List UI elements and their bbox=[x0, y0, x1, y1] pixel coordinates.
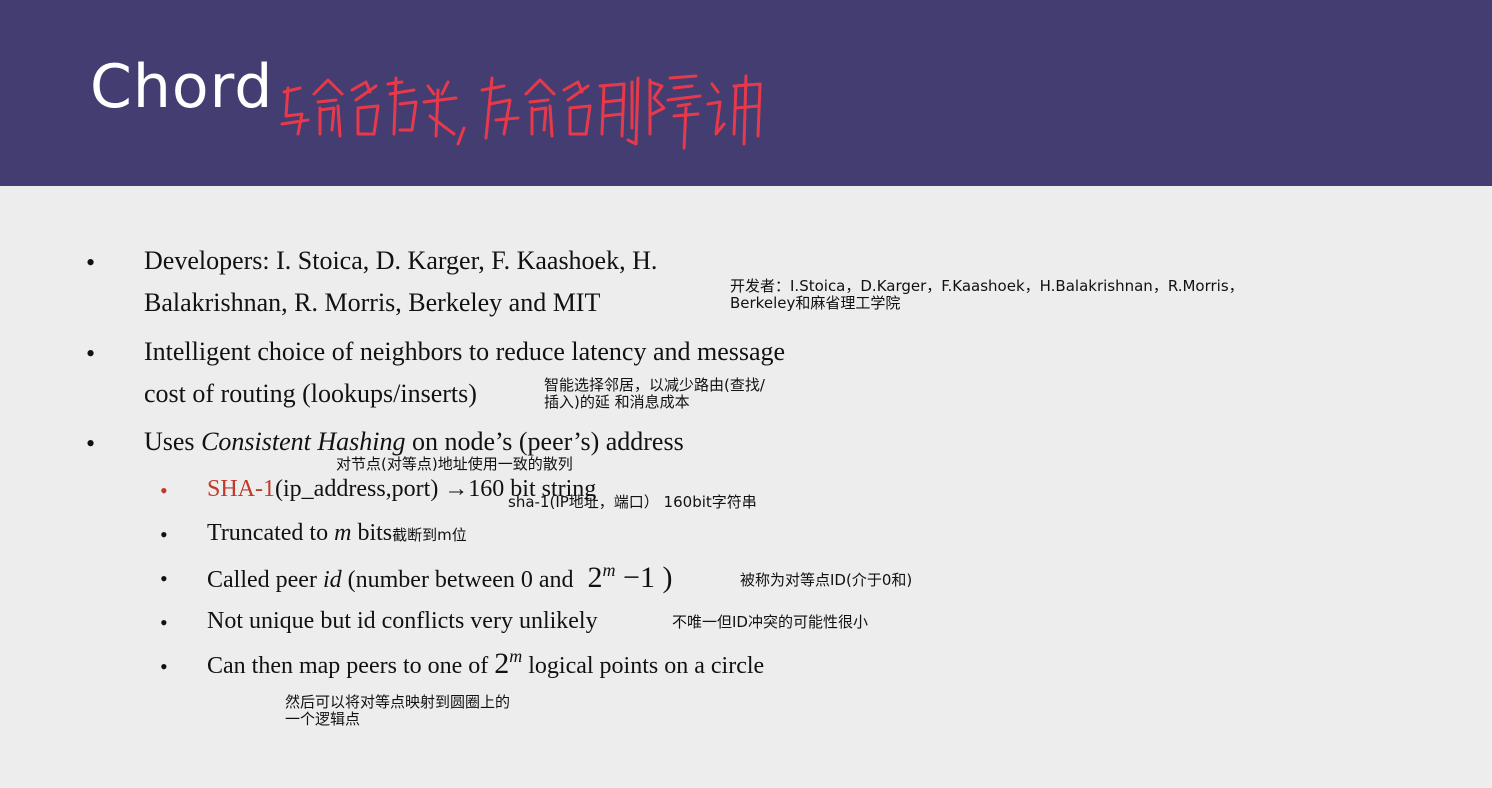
math-rest: −1 ) bbox=[615, 561, 673, 594]
note-map-line1: 然后可以将对等点映射到圆圈上的 bbox=[285, 693, 511, 711]
emphasis-consistent-hashing: Consistent Hashing bbox=[201, 427, 406, 456]
subbullet-not-unique: Not unique but id conflicts very unlikel… bbox=[207, 608, 598, 634]
slide-header: Chord bbox=[0, 0, 1492, 186]
peer-id-text-before: Called peer bbox=[207, 567, 323, 593]
bullet-marker: • bbox=[86, 248, 96, 277]
subbullet-marker: • bbox=[160, 566, 168, 591]
subbullet-peer-id: Called peer id (number between 0 and 2m … bbox=[207, 560, 672, 595]
bullet-consistent-hashing: Uses Consistent Hashing on node’s (peer’… bbox=[144, 427, 684, 457]
bullet-neighbors-line1: Intelligent choice of neighbors to reduc… bbox=[144, 337, 786, 366]
subbullet-marker: • bbox=[160, 610, 168, 635]
bullet-text-suffix: on node’s (peer’s) address bbox=[405, 427, 684, 456]
bullet-marker: • bbox=[86, 339, 96, 368]
subbullet-map-peers: Can then map peers to one of 2m logical … bbox=[207, 646, 764, 681]
bullet-text-prefix: Uses bbox=[144, 427, 202, 456]
math-base: 2 bbox=[587, 561, 603, 594]
note-not-unique: 不唯一但ID冲突的可能性很小 bbox=[672, 613, 868, 631]
bullet-developers-line1: Developers: I. Stoica, D. Karger, F. Kaa… bbox=[144, 246, 658, 275]
note-neighbors-line1: 智能选择邻居，以减少路由(查找/ bbox=[544, 376, 765, 394]
truncated-text-before: Truncated to bbox=[207, 520, 335, 546]
truncated-var: m bbox=[334, 520, 352, 546]
note-developers-line2: Berkeley和麻省理工学院 bbox=[730, 294, 901, 312]
math-base: 2 bbox=[494, 647, 510, 680]
note-neighbors-line2: 插入)的延 和消息成本 bbox=[544, 393, 690, 411]
slide-title: Chord bbox=[90, 52, 274, 122]
note-map-line2: 一个逻辑点 bbox=[285, 710, 361, 728]
map-text-after: logical points on a circle bbox=[522, 653, 765, 679]
map-text-before: Can then map peers to one of bbox=[207, 653, 495, 679]
note-peer-id: 被称为对等点ID(介于0和) bbox=[740, 571, 913, 589]
bullet-marker: • bbox=[86, 429, 96, 458]
handwritten-annotation bbox=[280, 74, 762, 150]
peer-id-var: id bbox=[322, 567, 342, 593]
bullet-neighbors-line2: cost of routing (lookups/inserts) bbox=[144, 379, 477, 408]
math-two-power-m: 2m bbox=[494, 646, 523, 680]
subbullet-marker: • bbox=[160, 478, 168, 503]
note-truncated: 截断到m位 bbox=[392, 526, 467, 544]
note-developers-line1: 开发者：I.Stoica，D.Karger，F.Kaashoek，H.Balak… bbox=[730, 277, 1244, 295]
bullet-developers-line2: Balakrishnan, R. Morris, Berkeley and MI… bbox=[144, 288, 601, 317]
math-exponent: m bbox=[602, 560, 616, 580]
subbullet-marker: • bbox=[160, 654, 168, 679]
math-two-power-m: 2m −1 ) bbox=[587, 560, 673, 594]
peer-id-text-after: (number between 0 and bbox=[341, 567, 580, 593]
sha1-highlight: SHA-1 bbox=[207, 476, 276, 502]
truncated-text-after: bits bbox=[351, 520, 393, 546]
slide-body: • Developers: I. Stoica, D. Karger, F. K… bbox=[0, 186, 1492, 788]
note-sha1: sha-1(IP地址，端口） 160bit字符串 bbox=[508, 493, 757, 511]
math-exponent: m bbox=[509, 646, 523, 666]
note-consistent-hashing: 对节点(对等点)地址使用一致的散列 bbox=[336, 455, 573, 473]
subbullet-marker: • bbox=[160, 522, 168, 547]
subbullet-truncated: Truncated to m bits截断到m位 bbox=[207, 520, 467, 547]
